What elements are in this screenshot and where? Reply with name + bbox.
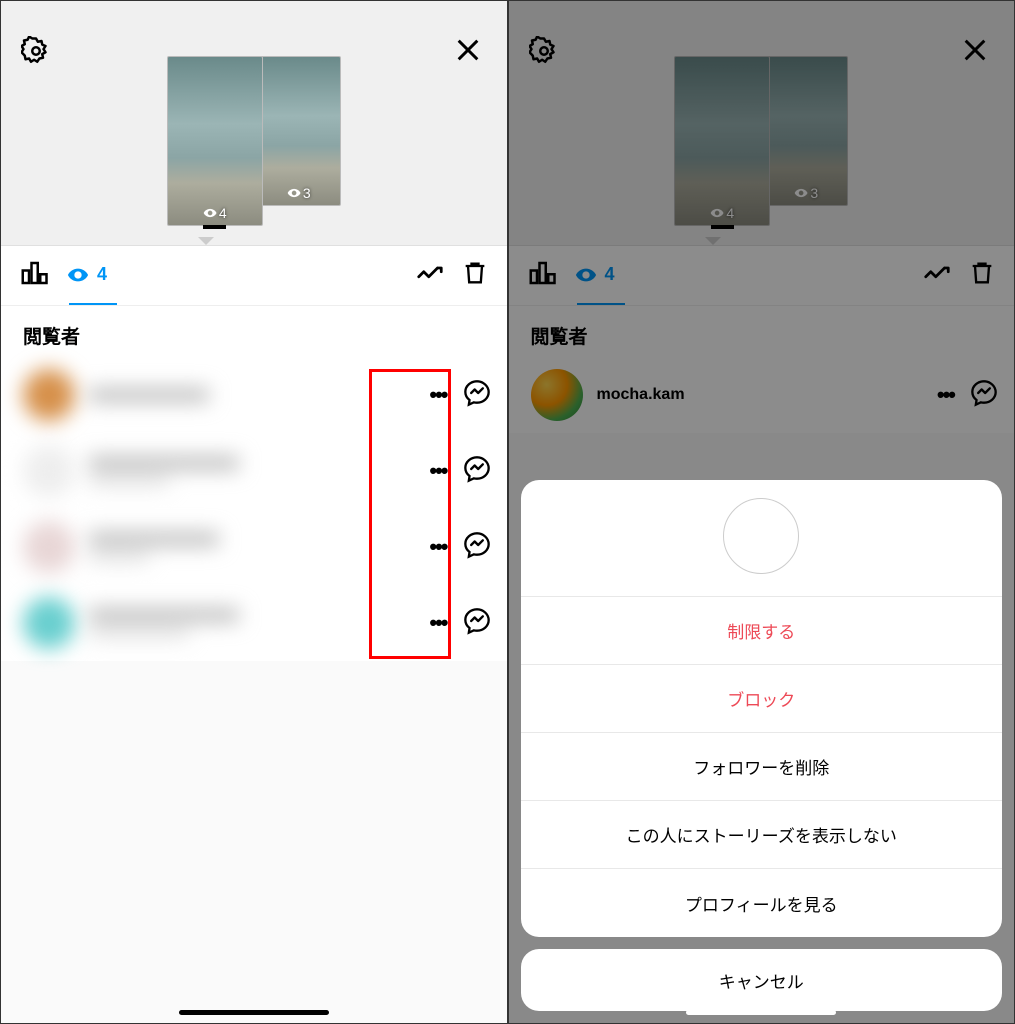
story-thumbnails: 4 3 xyxy=(167,56,341,226)
messenger-icon[interactable] xyxy=(463,379,491,412)
thumb-views-1: 4 xyxy=(203,205,227,221)
sheet-restrict[interactable]: 制限する xyxy=(521,597,1003,665)
viewers-pane-left: 4 3 4 閲覧者 xyxy=(0,0,508,1024)
eye-icon xyxy=(203,206,217,220)
close-button[interactable] xyxy=(454,36,482,69)
views-tab[interactable]: 4 xyxy=(67,264,107,288)
avatar xyxy=(23,369,75,421)
settings-button[interactable] xyxy=(21,36,51,71)
delete-button[interactable] xyxy=(461,259,489,292)
avatar xyxy=(23,445,75,497)
annotation-highlight xyxy=(369,369,451,659)
sheet-avatar-area xyxy=(521,480,1003,597)
eye-icon xyxy=(67,264,89,286)
messenger-icon[interactable] xyxy=(463,531,491,564)
story-thumb-1[interactable]: 4 xyxy=(167,56,263,226)
avatar xyxy=(23,597,75,649)
viewers-pane-right: 4 3 4 閲覧者 xyxy=(508,0,1015,1024)
active-tab-indicator xyxy=(69,303,117,305)
eye-icon xyxy=(287,186,301,200)
sheet-remove-follower[interactable]: フォロワーを削除 xyxy=(521,733,1003,801)
viewers-heading: 閲覧者 xyxy=(1,306,507,357)
stats-bar: 4 xyxy=(1,246,507,306)
messenger-icon[interactable] xyxy=(463,455,491,488)
story-header: 4 3 xyxy=(1,1,507,246)
home-indicator xyxy=(179,1010,329,1015)
avatar xyxy=(23,521,75,573)
insights-button[interactable] xyxy=(19,258,49,293)
promote-button[interactable] xyxy=(415,258,445,293)
action-sheet: 制限する ブロック フォロワーを削除 この人にストーリーズを表示しない プロフィ… xyxy=(509,468,1015,1023)
sheet-cancel[interactable]: キャンセル xyxy=(521,949,1003,1011)
sheet-view-profile[interactable]: プロフィールを見る xyxy=(521,869,1003,937)
home-indicator xyxy=(686,1010,836,1015)
sheet-avatar xyxy=(723,498,799,574)
story-thumb-2[interactable]: 3 xyxy=(257,56,341,206)
sheet-hide-story[interactable]: この人にストーリーズを表示しない xyxy=(521,801,1003,869)
sheet-block[interactable]: ブロック xyxy=(521,665,1003,733)
messenger-icon[interactable] xyxy=(463,607,491,640)
thumb-views-2: 3 xyxy=(287,185,311,201)
